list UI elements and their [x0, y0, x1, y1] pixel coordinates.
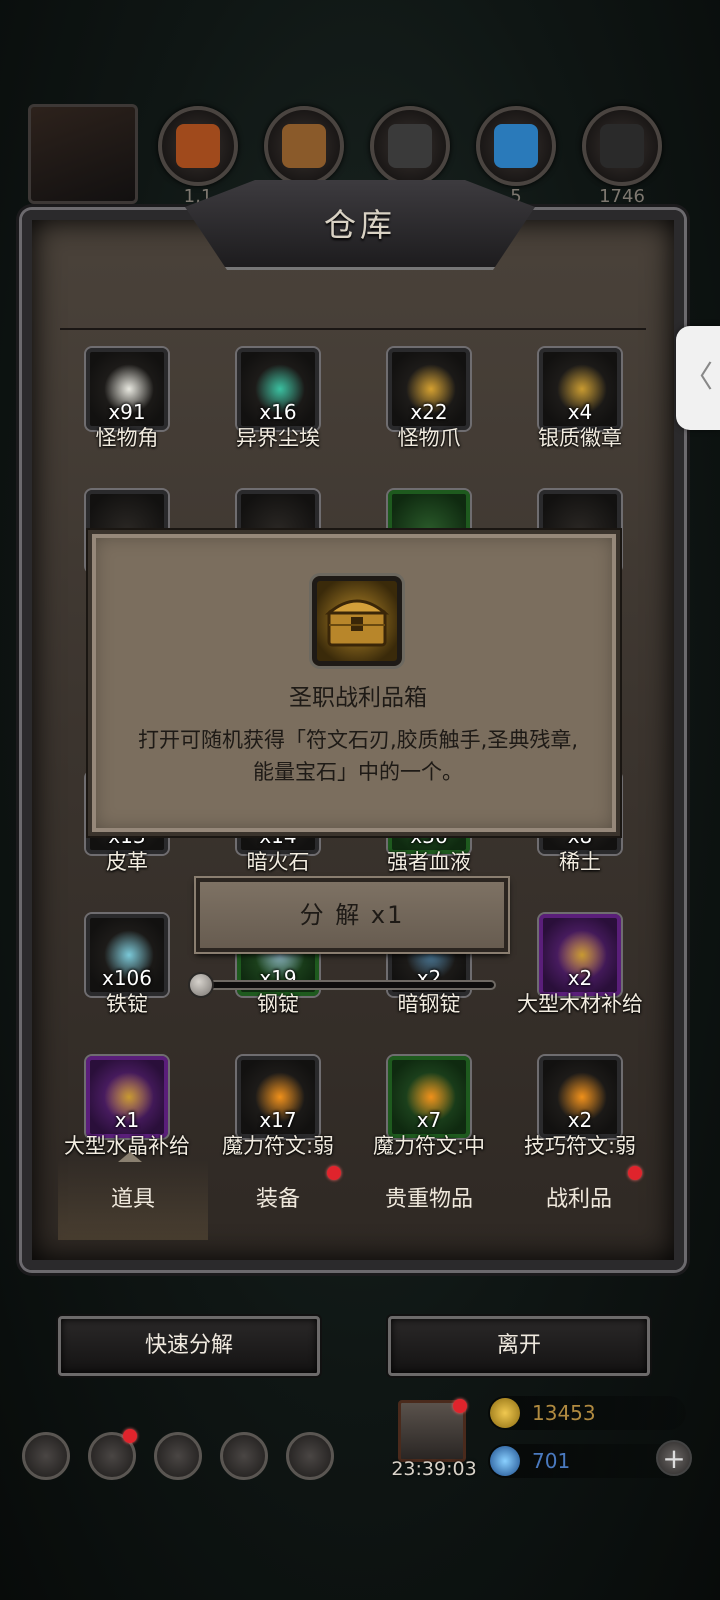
- resource-fill: [494, 124, 538, 168]
- tab-valuables[interactable]: 贵重物品: [354, 1160, 504, 1240]
- item-name: 稀土: [559, 850, 601, 874]
- item-count: x17: [259, 1108, 297, 1132]
- gold-coin-icon: [490, 1398, 520, 1428]
- side-drawer-handle[interactable]: 〈: [676, 326, 720, 430]
- tab-bar: 道具 装备 贵重物品 战利品: [58, 1160, 658, 1240]
- decompose-button[interactable]: 分 解 x1: [196, 878, 508, 952]
- treasure-chest-icon: [312, 576, 402, 666]
- inventory-item[interactable]: x1 大型水晶补给: [56, 1056, 196, 1166]
- notification-badge: [628, 1166, 642, 1180]
- guild-icon[interactable]: [286, 1432, 334, 1480]
- iron-ingot-icon[interactable]: [370, 106, 450, 186]
- item-count: x4: [567, 400, 593, 424]
- item-name: 大型木材补给: [517, 992, 643, 1016]
- item-count: x16: [259, 400, 297, 424]
- popup-description: 打开可随机获得「符文石刃,胶质触手,圣典残章,能量宝石」中的一个。: [137, 728, 579, 784]
- castle-icon[interactable]: [154, 1432, 202, 1480]
- item-name: 钢锭: [257, 992, 299, 1016]
- item-name: 怪物角: [95, 426, 159, 450]
- item-name: 强者血液: [387, 850, 471, 874]
- popup-title: 圣职战利品箱: [289, 685, 427, 711]
- item-name: 银质徽章: [538, 426, 622, 450]
- coal-icon[interactable]: [582, 106, 662, 186]
- divider: [60, 328, 646, 330]
- notification-badge: [327, 1166, 341, 1180]
- inventory-item[interactable]: x22 怪物爪: [358, 348, 498, 458]
- tab-items[interactable]: 道具: [58, 1160, 208, 1240]
- gift-icon[interactable]: [398, 1399, 467, 1462]
- ore-icon[interactable]: [158, 106, 238, 186]
- item-count: x2: [567, 966, 593, 990]
- resource-fill: [600, 124, 644, 168]
- item-name: 铁锭: [106, 992, 148, 1016]
- add-currency-button[interactable]: +: [656, 1440, 692, 1476]
- tab-label: 战利品: [545, 1187, 612, 1212]
- inventory-item[interactable]: x2 技巧符文:弱: [509, 1056, 649, 1166]
- inventory-item[interactable]: x4 银质徽章: [509, 348, 649, 458]
- quantity-slider-knob[interactable]: [188, 972, 214, 998]
- gold-amount: 13453: [532, 1401, 596, 1425]
- gift-timer: 23:39:03: [391, 1458, 477, 1480]
- inventory-item[interactable]: x2 大型木材补给: [509, 914, 649, 1024]
- gem-icon: [490, 1446, 520, 1476]
- item-name: 暗火石: [246, 850, 310, 874]
- quantity-slider-track[interactable]: [206, 980, 496, 990]
- item-name: 皮革: [106, 850, 148, 874]
- tab-loot[interactable]: 战利品: [504, 1160, 654, 1240]
- panel-title: 仓库: [323, 206, 396, 244]
- settings-icon[interactable]: [22, 1432, 70, 1480]
- gold-display: 13453: [488, 1396, 686, 1430]
- achievement-icon[interactable]: [88, 1429, 137, 1480]
- leave-button[interactable]: 离开: [388, 1316, 650, 1376]
- item-count: x1: [114, 1108, 140, 1132]
- inventory-item[interactable]: x17 魔力符文:弱: [207, 1056, 347, 1166]
- crystal-icon[interactable]: [476, 106, 556, 186]
- wood-icon[interactable]: [264, 106, 344, 186]
- tab-equipment[interactable]: 装备: [203, 1160, 353, 1240]
- item-name: 暗钢锭: [397, 992, 461, 1016]
- inventory-item[interactable]: x7 魔力符文:中: [358, 1056, 498, 1166]
- mail-icon[interactable]: [220, 1432, 268, 1480]
- resource-fill: [176, 124, 220, 168]
- tab-label: 贵重物品: [384, 1187, 473, 1212]
- item-name: 魔力符文:弱: [221, 1134, 335, 1158]
- item-count: x22: [410, 400, 448, 424]
- item-name: 怪物爪: [397, 426, 461, 450]
- inventory-item[interactable]: x106 铁锭: [56, 914, 196, 1024]
- notification-badge: [123, 1429, 137, 1443]
- item-count: x2: [567, 1108, 593, 1132]
- item-detail-popup: 圣职战利品箱 打开可随机获得「符文石刃,胶质触手,圣典残章,能量宝石」中的一个。: [88, 530, 620, 836]
- notification-badge: [453, 1399, 467, 1413]
- tab-label: 装备: [255, 1187, 300, 1212]
- resource-fill: [388, 124, 432, 168]
- gem-amount: 701: [532, 1449, 571, 1473]
- item-name: 魔力符文:中: [372, 1134, 486, 1158]
- resource-fill: [282, 124, 326, 168]
- hero-portrait[interactable]: [28, 104, 138, 204]
- item-count: x106: [101, 966, 152, 990]
- tab-label: 道具: [110, 1187, 155, 1212]
- inventory-item[interactable]: x91 怪物角: [56, 348, 196, 458]
- item-name: 技巧符文:弱: [523, 1134, 637, 1158]
- item-count: x7: [416, 1108, 442, 1132]
- inventory-item[interactable]: x16 异界尘埃: [207, 348, 347, 458]
- item-name: 异界尘埃: [236, 426, 320, 450]
- quick-decompose-button[interactable]: 快速分解: [58, 1316, 320, 1376]
- item-count: x91: [108, 400, 146, 424]
